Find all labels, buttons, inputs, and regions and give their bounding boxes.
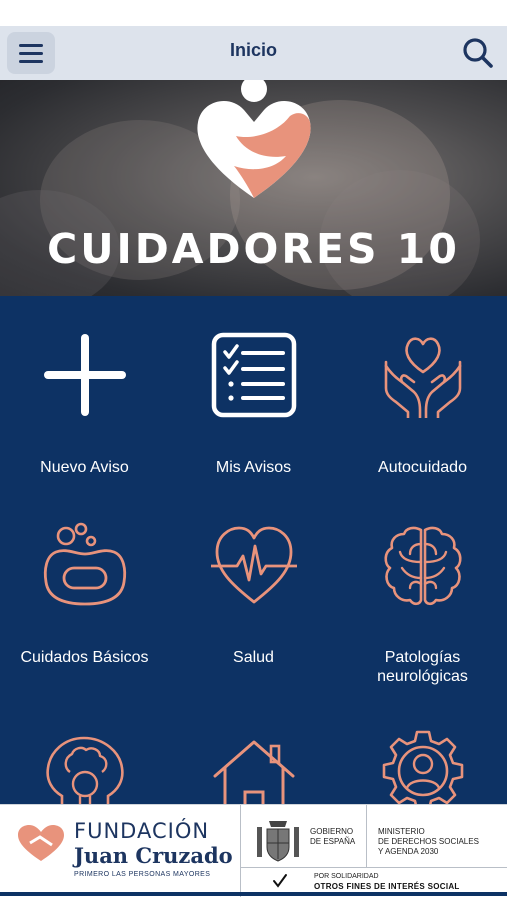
- solidarity-line1: POR SOLIDARIDAD: [314, 873, 379, 880]
- brain-icon: [384, 526, 462, 606]
- tile-cuidados-basicos[interactable]: Cuidados Básicos: [0, 486, 169, 676]
- tile-salud[interactable]: Salud: [169, 486, 338, 676]
- tile-autocuidado[interactable]: Autocuidado: [338, 296, 507, 486]
- soap-bubbles-icon: [43, 522, 127, 606]
- search-button[interactable]: [459, 34, 497, 72]
- tile-label: Nuevo Aviso: [40, 459, 129, 476]
- heart-person-logo: [197, 80, 311, 198]
- checklist-icon: [211, 332, 297, 418]
- footer-divider: [366, 805, 367, 867]
- footer-bottom-bar: [0, 892, 507, 896]
- tile-row3-col1[interactable]: [0, 696, 169, 804]
- tile-label: Patologías neurológicas: [338, 648, 507, 686]
- hands-heart-icon: [384, 337, 462, 418]
- solidarity-line2: OTROS FINES DE INTERÉS SOCIAL: [314, 882, 460, 891]
- head-lightbulb-icon: [46, 736, 124, 804]
- checkmark-icon: [273, 874, 287, 888]
- tile-patologias-neurologicas[interactable]: Patologías neurológicas: [338, 486, 507, 685]
- tile-row3-col2[interactable]: [169, 696, 338, 804]
- footer-divider: [240, 805, 241, 897]
- tile-row3-col3[interactable]: [338, 696, 507, 804]
- tile-label-line1: Patologías: [384, 649, 461, 666]
- tile-label-line2: neurológicas: [377, 668, 468, 685]
- ministry-line2: DE DERECHOS SOCIALES: [378, 837, 479, 846]
- gear-person-icon: [382, 730, 464, 804]
- ministry-line3: Y AGENDA 2030: [378, 847, 439, 856]
- tile-label: Salud: [233, 649, 274, 666]
- hero-title: CUIDADORES 10: [47, 225, 460, 273]
- ministry-label: MINISTERIO DE DERECHOS SOCIALES Y AGENDA…: [378, 827, 479, 857]
- spain-coat-of-arms-icon: [257, 821, 299, 862]
- tile-nuevo-aviso[interactable]: Nuevo Aviso: [0, 296, 169, 486]
- footer-divider: [240, 867, 507, 868]
- page-title: Inicio: [229, 40, 277, 60]
- top-bar: Inicio: [0, 26, 507, 80]
- gov-line2: DE ESPAÑA: [310, 837, 356, 846]
- foundation-name-line1: FUNDACIÓN: [74, 819, 210, 843]
- house-icon: [213, 740, 295, 804]
- tile-mis-avisos[interactable]: Mis Avisos: [169, 296, 338, 486]
- search-icon: [463, 38, 493, 68]
- ministry-line1: MINISTERIO: [378, 827, 425, 836]
- hero-banner: CUIDADORES 10: [0, 80, 507, 296]
- fundacion-heart-logo: [18, 825, 64, 861]
- gov-line1: GOBIERNO: [310, 827, 354, 836]
- heartbeat-icon: [211, 526, 297, 604]
- plus-icon: [44, 334, 126, 416]
- tile-label: Cuidados Básicos: [20, 649, 149, 666]
- menu-grid: Nuevo Aviso Mis Avisos Autocuidado Cuida…: [0, 296, 507, 804]
- foundation-tagline: PRIMERO LAS PERSONAS MAYORES: [74, 871, 211, 878]
- status-bar: [0, 0, 507, 26]
- foundation-name-line2: Juan Cruzado: [74, 843, 233, 868]
- sponsors-footer: FUNDACIÓN Juan Cruzado PRIMERO LAS PERSO…: [0, 804, 507, 897]
- tile-label: Autocuidado: [378, 459, 467, 476]
- government-label: GOBIERNO DE ESPAÑA: [310, 827, 355, 847]
- tile-label: Mis Avisos: [215, 459, 292, 476]
